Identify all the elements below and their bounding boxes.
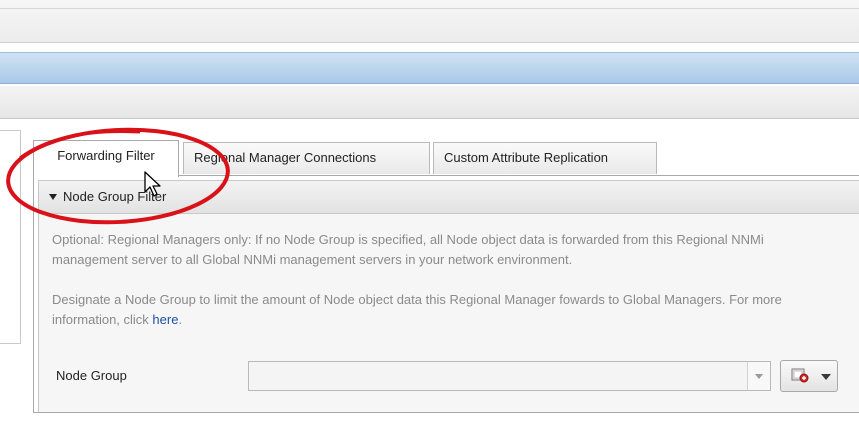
left-panel <box>0 130 21 344</box>
screenshot-root: Forwarding Filter Regional Manager Conne… <box>0 0 859 425</box>
designate-description: Designate a Node Group to limit the amou… <box>52 290 842 330</box>
tab-forwarding-filter[interactable]: Forwarding Filter <box>33 140 179 177</box>
tab-strip: Forwarding Filter Regional Manager Conne… <box>33 140 859 177</box>
toolbar-divider <box>0 8 859 9</box>
top-toolbar <box>0 0 859 43</box>
triangle-down-icon <box>49 194 57 200</box>
node-group-filter-body: Optional: Regional Managers only: If no … <box>38 214 859 412</box>
node-group-lookup-button[interactable] <box>780 360 838 392</box>
node-group-filter-header[interactable]: Node Group Filter <box>38 180 859 214</box>
section-title: Node Group Filter <box>63 189 167 204</box>
node-lookup-icon <box>791 368 809 383</box>
form-toolbar <box>0 86 859 119</box>
dropdown-arrow-icon <box>821 374 831 380</box>
designate-end: . <box>178 312 183 327</box>
forwarding-filter-panel: Node Group Filter Optional: Regional Man… <box>33 175 859 413</box>
select-dropdown-button[interactable] <box>747 362 770 390</box>
title-bar <box>0 52 859 84</box>
tab-regional-manager-connections[interactable]: Regional Manager Connections <box>183 142 430 174</box>
node-group-label: Node Group <box>56 368 127 383</box>
node-group-select[interactable] <box>248 361 771 391</box>
chevron-down-icon <box>755 374 763 379</box>
optional-description: Optional: Regional Managers only: If no … <box>52 232 764 267</box>
tab-custom-attribute-replication[interactable]: Custom Attribute Replication <box>433 142 657 174</box>
help-link[interactable]: here <box>152 312 178 327</box>
